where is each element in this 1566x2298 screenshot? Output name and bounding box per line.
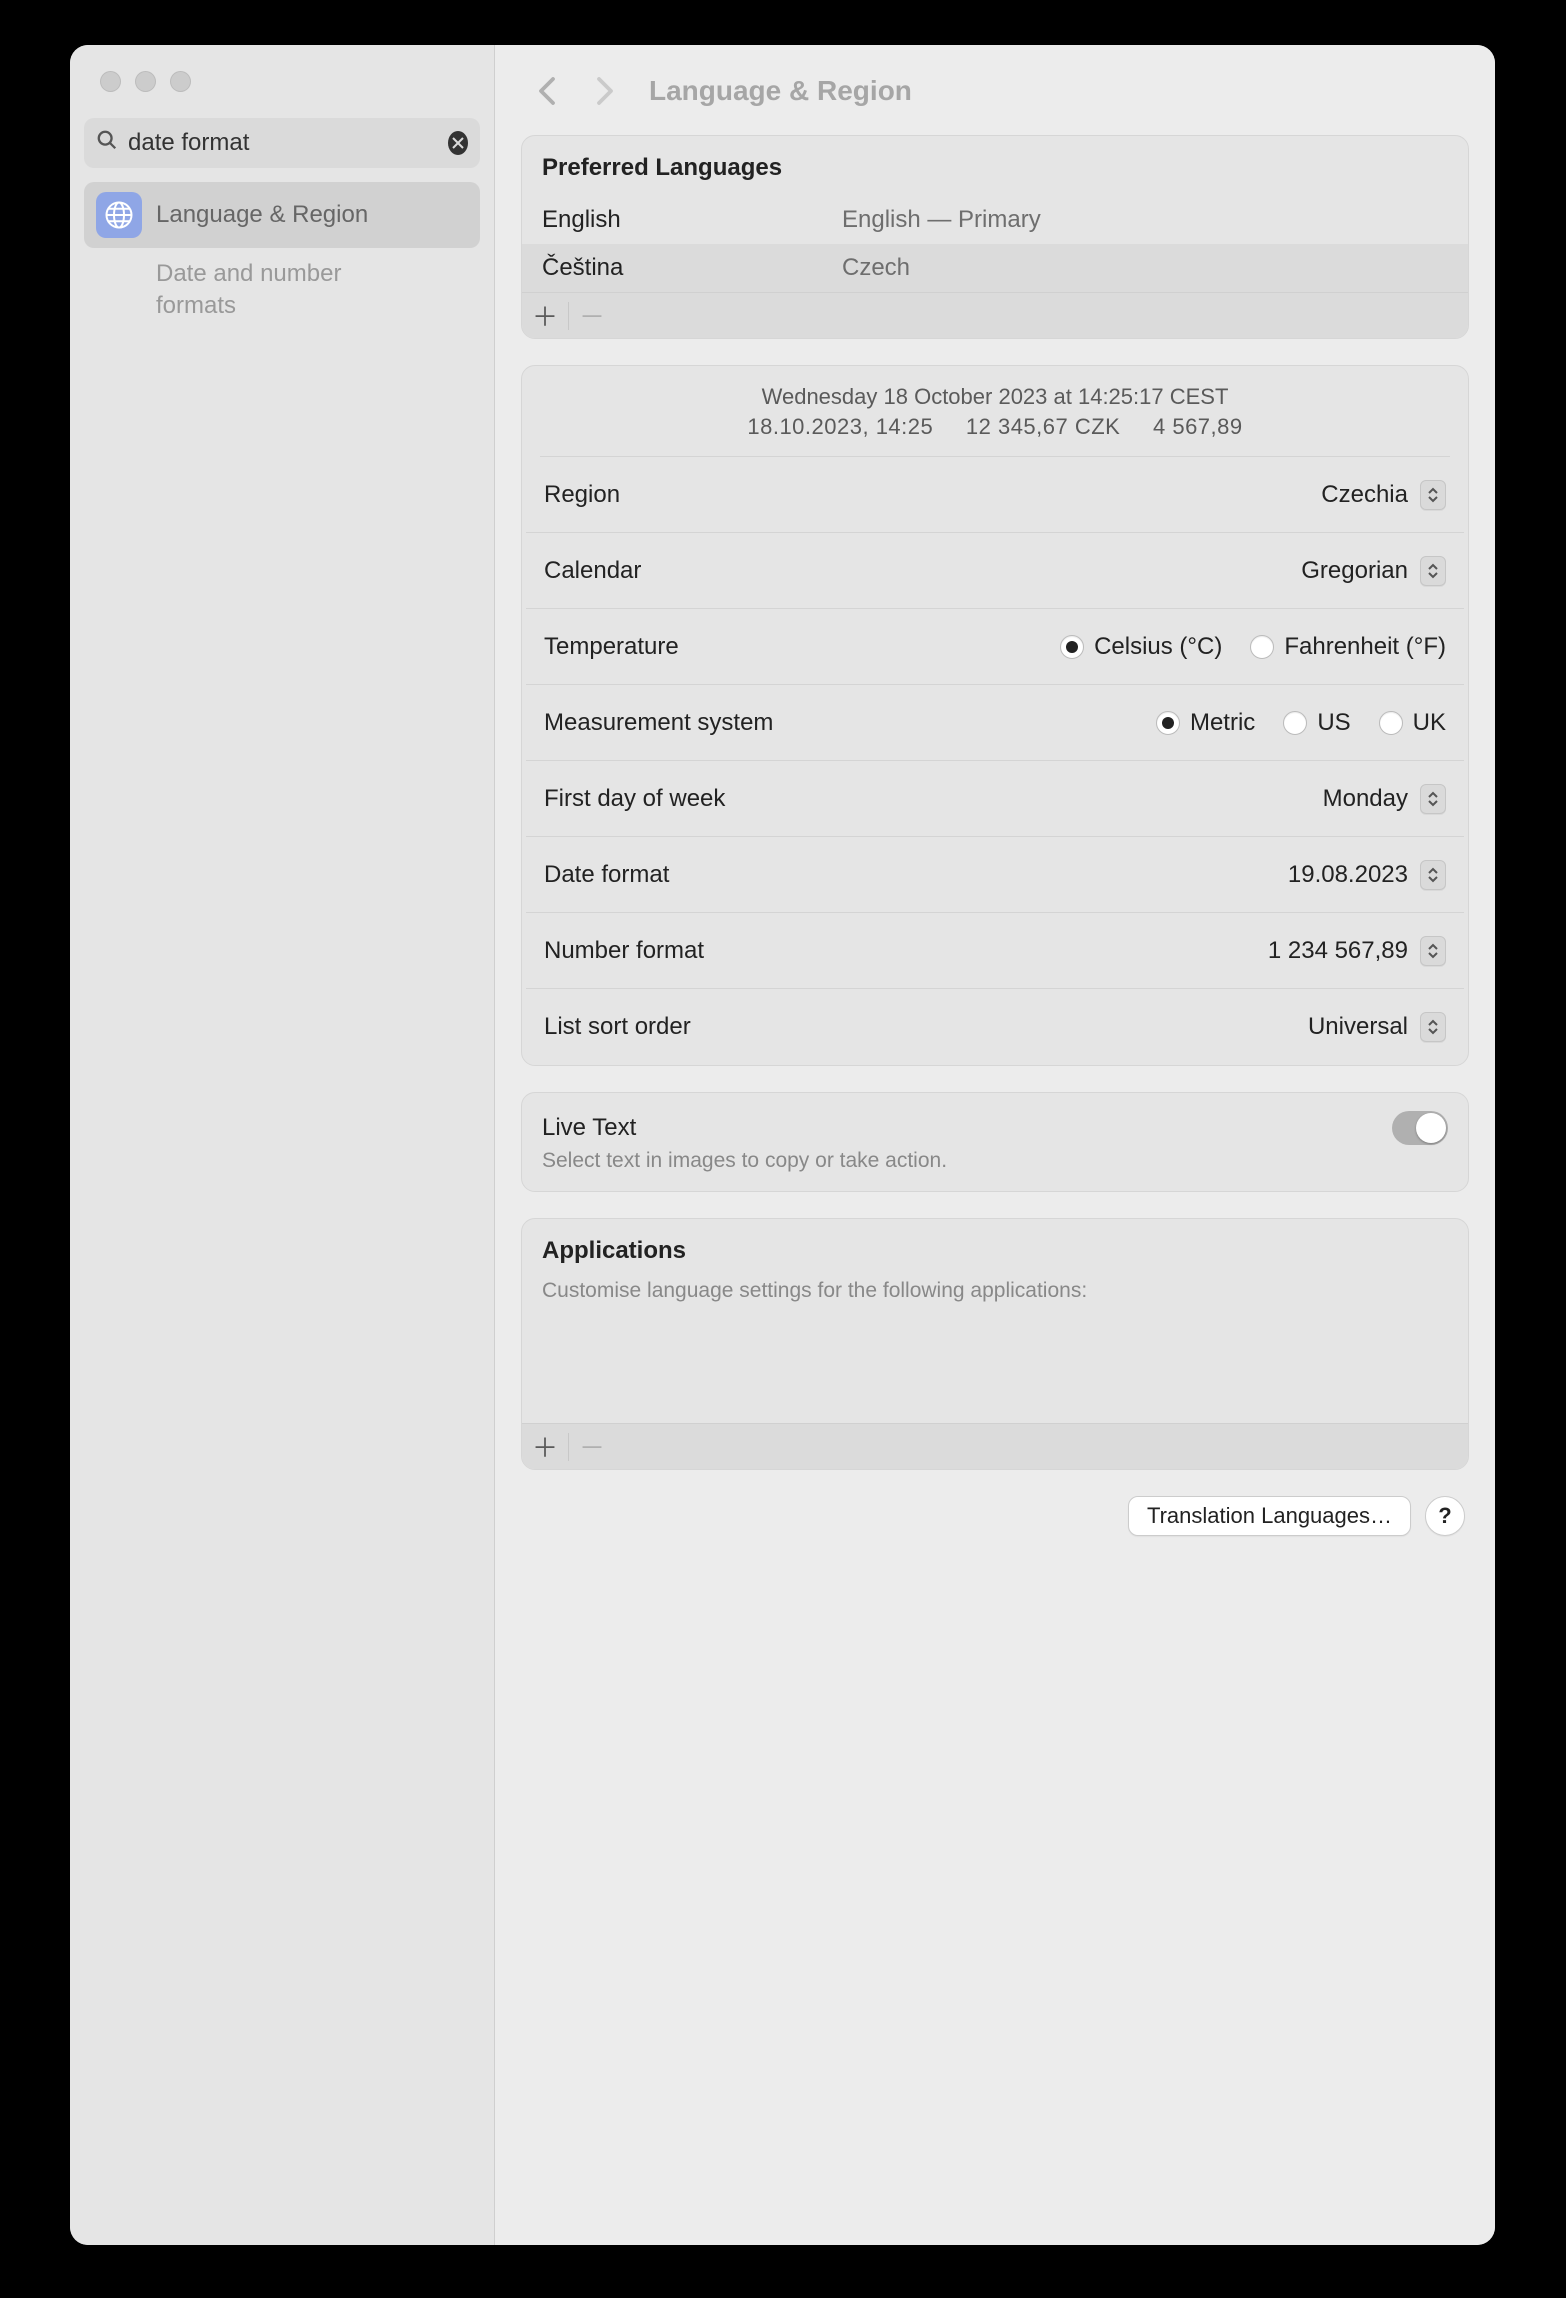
help-button[interactable]: ? [1425,1496,1465,1536]
date-format-label: Date format [544,861,669,889]
chevron-updown-icon [1420,556,1446,586]
search-input[interactable] [128,129,438,157]
radio-icon [1060,635,1084,659]
chevron-updown-icon [1420,1012,1446,1042]
measurement-label: Measurement system [544,709,773,737]
temperature-fahrenheit-radio[interactable]: Fahrenheit (°F) [1250,633,1446,661]
preview-line-2: 18.10.2023, 14:25 12 345,67 CZK 4 567,89 [560,414,1430,440]
live-text-section: Live Text Select text in images to copy … [521,1092,1469,1192]
measurement-metric-radio[interactable]: Metric [1156,709,1255,737]
first-day-row: First day of week Monday [526,761,1464,837]
measurement-row: Measurement system Metric US UK [526,685,1464,761]
globe-icon [96,192,142,238]
first-day-popup[interactable]: Monday [1323,784,1446,814]
zoom-window-button[interactable] [170,71,191,92]
sidebar: Language & Region Date and number format… [70,45,495,2245]
sidebar-item-language-region[interactable]: Language & Region [84,182,480,248]
measurement-uk-radio[interactable]: UK [1379,709,1446,737]
remove-language-button[interactable]: － [569,293,615,338]
main-header: Language & Region [495,45,1495,135]
live-text-desc: Select text in images to copy or take ac… [522,1149,1468,1191]
measurement-radios: Metric US UK [1156,709,1446,737]
window-controls [70,63,494,118]
main-panel: Language & Region Preferred Languages En… [495,45,1495,2245]
language-name: Čeština [542,254,842,282]
applications-title: Applications [522,1219,1468,1279]
chevron-updown-icon [1420,860,1446,890]
list-sort-row: List sort order Universal [526,989,1464,1065]
radio-icon [1250,635,1274,659]
applications-section: Applications Customise language settings… [521,1218,1469,1470]
sidebar-search-result[interactable]: Date and number formats [84,252,424,329]
add-application-button[interactable]: ＋ [522,1424,568,1469]
calendar-label: Calendar [544,557,641,585]
translation-languages-button[interactable]: Translation Languages… [1128,1496,1411,1536]
radio-icon [1283,711,1307,735]
list-sort-label: List sort order [544,1013,691,1041]
number-format-row: Number format 1 234 567,89 [526,913,1464,989]
temperature-row: Temperature Celsius (°C) Fahrenheit (°F) [526,609,1464,685]
language-row[interactable]: English English — Primary [522,196,1468,244]
clear-search-button[interactable] [448,131,468,155]
close-window-button[interactable] [100,71,121,92]
temperature-label: Temperature [544,633,679,661]
region-label: Region [544,481,620,509]
live-text-toggle[interactable] [1392,1111,1448,1145]
language-name: English [542,206,842,234]
date-format-popup[interactable]: 19.08.2023 [1288,860,1446,890]
radio-icon [1379,711,1403,735]
format-preview: Wednesday 18 October 2023 at 14:25:17 CE… [540,366,1450,457]
page-title: Language & Region [649,75,912,107]
languages-toolbar: ＋ － [522,292,1468,338]
chevron-updown-icon [1420,784,1446,814]
calendar-row: Calendar Gregorian [526,533,1464,609]
toggle-knob [1416,1113,1446,1143]
region-row: Region Czechia [526,457,1464,533]
bottom-actions: Translation Languages… ? [495,1496,1495,1536]
date-format-row: Date format 19.08.2023 [526,837,1464,913]
nav-forward-button[interactable] [591,77,619,105]
first-day-label: First day of week [544,785,725,813]
preferred-languages-title: Preferred Languages [522,136,1468,196]
radio-icon [1156,711,1180,735]
remove-application-button[interactable]: － [569,1424,615,1469]
preferred-languages-section: Preferred Languages English English — Pr… [521,135,1469,339]
applications-desc: Customise language settings for the foll… [522,1279,1468,1363]
preview-line-1: Wednesday 18 October 2023 at 14:25:17 CE… [560,384,1430,410]
language-desc: Czech [842,254,910,282]
search-icon [96,129,118,157]
number-format-label: Number format [544,937,704,965]
number-format-popup[interactable]: 1 234 567,89 [1268,936,1446,966]
chevron-updown-icon [1420,936,1446,966]
minimize-window-button[interactable] [135,71,156,92]
region-popup[interactable]: Czechia [1321,480,1446,510]
system-settings-window: Language & Region Date and number format… [70,45,1495,2245]
language-row[interactable]: Čeština Czech [522,244,1468,292]
region-settings-section: Wednesday 18 October 2023 at 14:25:17 CE… [521,365,1469,1066]
search-field[interactable] [84,118,480,168]
chevron-updown-icon [1420,480,1446,510]
nav-back-button[interactable] [533,77,561,105]
calendar-popup[interactable]: Gregorian [1301,556,1446,586]
list-sort-popup[interactable]: Universal [1308,1012,1446,1042]
sidebar-item-label: Language & Region [156,201,368,229]
temperature-radios: Celsius (°C) Fahrenheit (°F) [1060,633,1446,661]
temperature-celsius-radio[interactable]: Celsius (°C) [1060,633,1222,661]
language-desc: English — Primary [842,206,1041,234]
add-language-button[interactable]: ＋ [522,293,568,338]
applications-toolbar: ＋ － [522,1423,1468,1469]
measurement-us-radio[interactable]: US [1283,709,1350,737]
live-text-label: Live Text [542,1114,636,1142]
